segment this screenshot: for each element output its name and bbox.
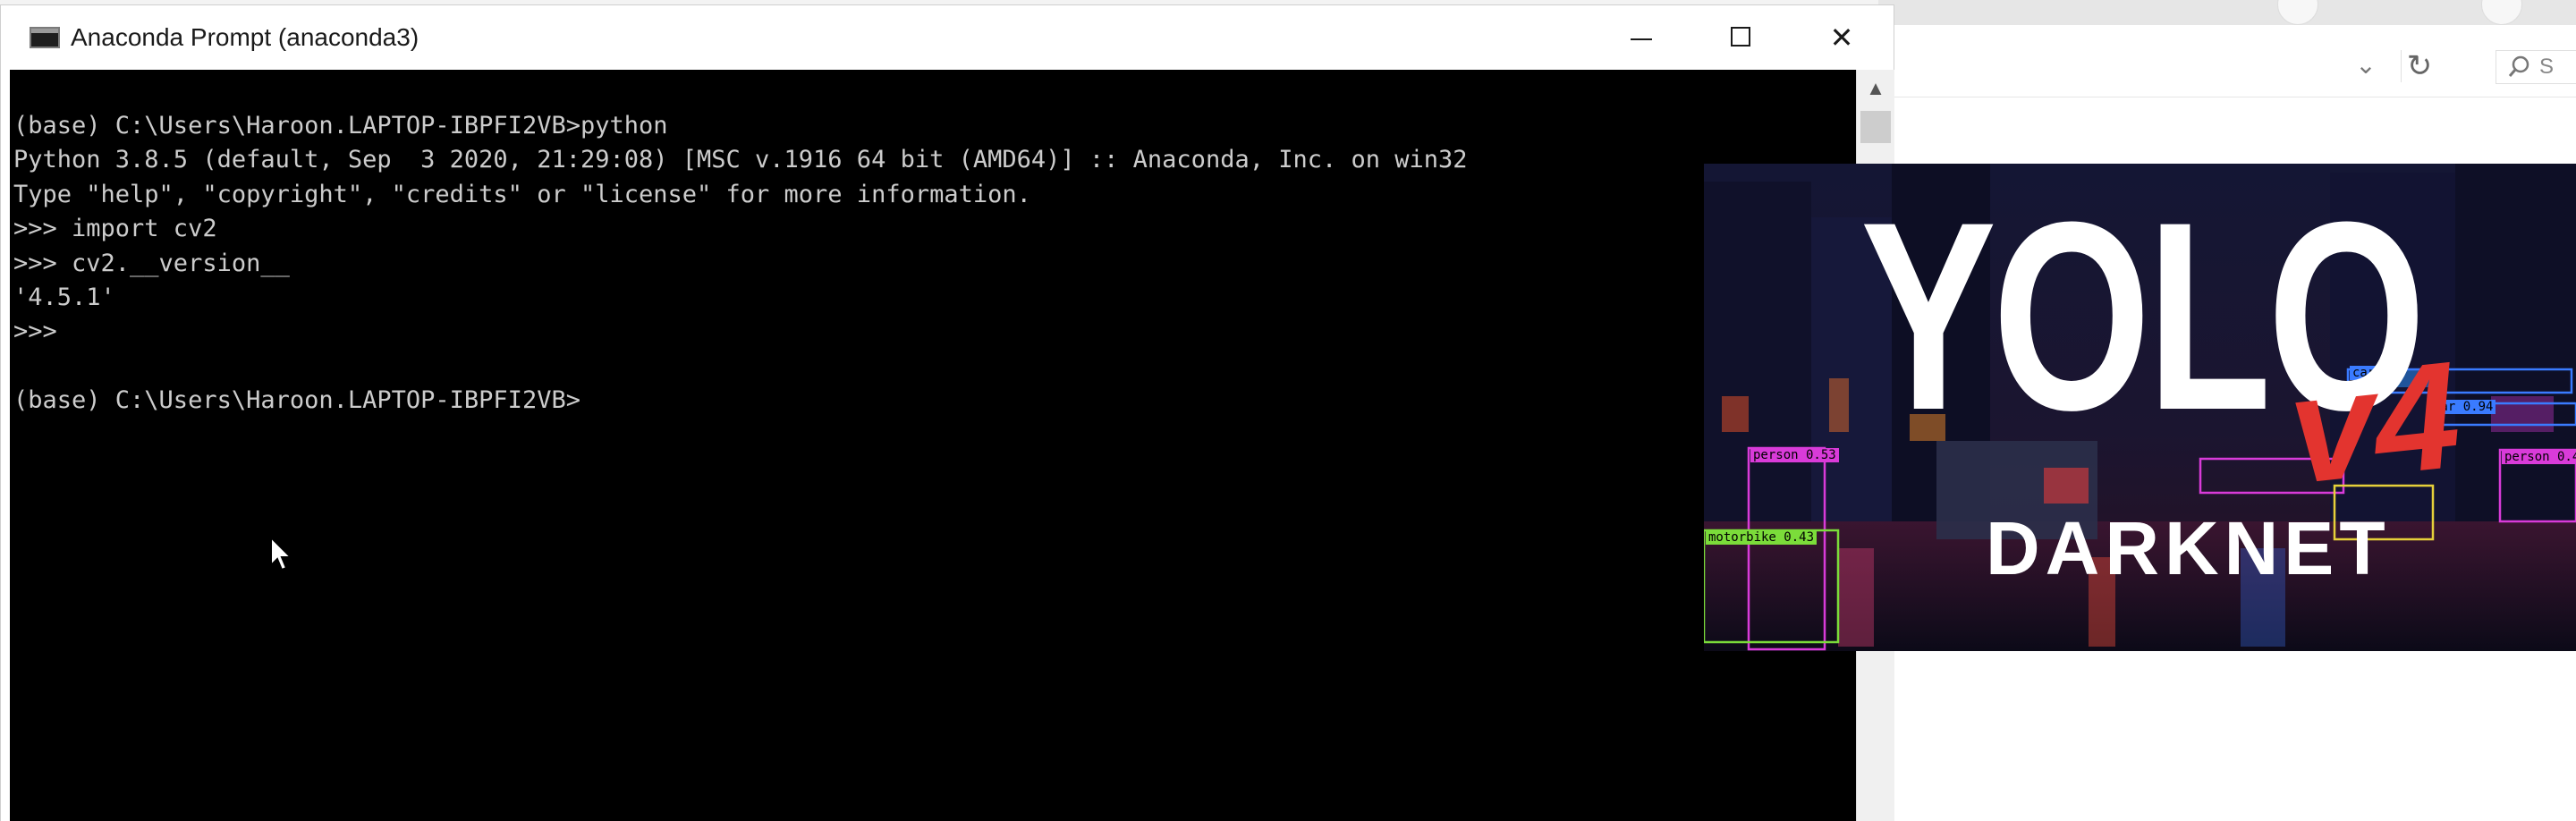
search-placeholder: S	[2539, 55, 2555, 79]
close-icon: ✕	[1829, 21, 1854, 54]
close-button[interactable]: ✕	[1792, 5, 1892, 70]
window-title: Anaconda Prompt (anaconda3)	[71, 23, 419, 51]
search-icon	[2507, 55, 2532, 80]
refresh-icon[interactable]: ↻	[2401, 50, 2437, 82]
console-line: '4.5.1'	[13, 283, 115, 311]
console-output[interactable]: (base) C:\Users\Haroon.LAPTOP-IBPFI2VB> p…	[10, 70, 1856, 821]
console-line: (base) C:\Users\Haroon.LAPTOP-IBPFI2VB>	[13, 386, 580, 415]
mouse-cursor-icon	[270, 537, 293, 571]
explorer-title-strip	[1878, 0, 2576, 25]
chevron-down-icon[interactable]: ⌄	[2352, 52, 2379, 79]
thumbnail-version: v4	[2281, 329, 2468, 517]
console-line: >>>	[13, 317, 57, 346]
minimize-button[interactable]	[1591, 5, 1691, 70]
maximize-icon	[1731, 27, 1750, 47]
terminal-app-icon	[30, 27, 60, 48]
console-line: Type "help", "copyright", "credits" or "…	[13, 180, 1031, 208]
detection-label: person 0.41	[2502, 450, 2576, 464]
thumbnail-subtitle: DARKNET	[1986, 506, 2391, 590]
console-lines: (base) C:\Users\Haroon.LAPTOP-IBPFI2VB>p…	[13, 109, 1468, 419]
explorer-address-toolbar: ⌄ ↻ S	[1878, 34, 2576, 97]
console-line: >>> cv2.__version__	[13, 249, 290, 277]
detection-label: person 0.53	[1750, 448, 1839, 462]
minimize-icon	[1631, 38, 1652, 40]
scroll-thumb[interactable]	[1860, 111, 1891, 143]
console-window: Anaconda Prompt (anaconda3) ✕ (base) C:\…	[0, 4, 1894, 821]
console-titlebar[interactable]: Anaconda Prompt (anaconda3) ✕	[1, 5, 1894, 70]
yolo-darknet-thumbnail: person 0.53 motorbike 0.43 car car 0.94 …	[1704, 164, 2576, 651]
console-line: (base) C:\Users\Haroon.LAPTOP-IBPFI2VB>p…	[13, 112, 668, 140]
console-line: Python 3.8.5 (default, Sep 3 2020, 21:29…	[13, 146, 1468, 174]
detection-label: motorbike 0.43	[1706, 530, 1818, 545]
search-input[interactable]: S	[2496, 50, 2576, 84]
console-line: >>> import cv2	[13, 215, 217, 243]
desktop: ⌄ ↻ S Anaconda Prompt (anaconda3) ✕ (bas…	[0, 0, 2576, 821]
maximize-button[interactable]	[1691, 5, 1792, 70]
scroll-up-arrow-icon[interactable]: ▲	[1857, 70, 1894, 107]
